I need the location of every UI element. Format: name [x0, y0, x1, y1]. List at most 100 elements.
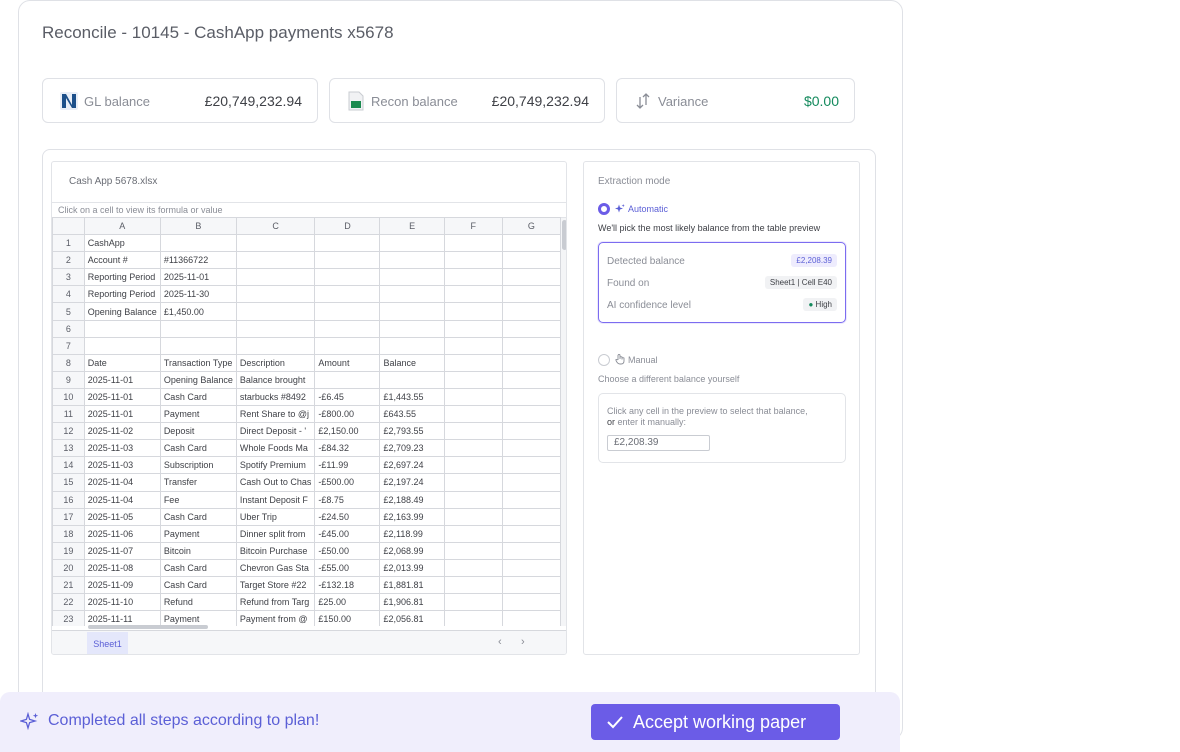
- grid-cell[interactable]: £150.00: [314, 610, 381, 626]
- grid-cell[interactable]: £643.55: [379, 405, 445, 424]
- grid-cell[interactable]: Cash Out to Chas: [235, 473, 316, 492]
- grid-cell[interactable]: [443, 422, 503, 441]
- grid-cell[interactable]: -£45.00: [314, 524, 381, 543]
- column-header-a[interactable]: A: [83, 217, 161, 236]
- grid-cell[interactable]: [443, 473, 503, 492]
- grid-cell[interactable]: [443, 268, 503, 287]
- grid-cell[interactable]: 2025-11-04: [83, 473, 161, 492]
- grid-cell[interactable]: Uber Trip: [235, 507, 316, 526]
- grid-cell[interactable]: [314, 336, 381, 355]
- grid-cell[interactable]: [443, 575, 503, 595]
- grid-cell[interactable]: [501, 610, 561, 626]
- grid-cell[interactable]: -£50.00: [314, 541, 381, 560]
- grid-cell[interactable]: [443, 319, 503, 338]
- grid-cell[interactable]: [235, 336, 316, 355]
- grid-cell[interactable]: [443, 302, 503, 321]
- row-number[interactable]: 18: [52, 524, 85, 543]
- tab-sheet1[interactable]: Sheet1: [87, 632, 128, 654]
- grid-cell[interactable]: -£800.00: [314, 405, 381, 424]
- row-number[interactable]: 13: [52, 439, 85, 458]
- grid-cell[interactable]: [83, 319, 161, 338]
- row-number[interactable]: 22: [52, 593, 85, 612]
- grid-cell[interactable]: Refund: [159, 593, 237, 612]
- grid-cell[interactable]: [501, 456, 561, 475]
- grid-cell[interactable]: [314, 234, 381, 253]
- row-number[interactable]: 1: [52, 234, 85, 253]
- grid-cell[interactable]: [501, 575, 561, 595]
- grid-cell[interactable]: £2,068.99: [379, 541, 445, 560]
- grid-cell[interactable]: -£55.00: [314, 558, 381, 577]
- row-number[interactable]: 2: [52, 251, 85, 270]
- row-number[interactable]: 17: [52, 507, 85, 526]
- grid-cell[interactable]: [443, 439, 503, 458]
- grid-cell[interactable]: £2,013.99: [379, 558, 445, 577]
- grid-cell[interactable]: [379, 302, 445, 321]
- grid-cell[interactable]: [235, 268, 316, 287]
- grid-cell[interactable]: 2025-11-03: [83, 439, 161, 458]
- grid-cell[interactable]: £2,188.49: [379, 490, 445, 509]
- grid-cell[interactable]: £2,056.81: [379, 610, 445, 626]
- row-number[interactable]: 23: [52, 610, 85, 626]
- grid-cell[interactable]: Subscription: [159, 456, 237, 475]
- row-number[interactable]: 16: [52, 490, 85, 509]
- grid-cell[interactable]: [501, 473, 561, 492]
- found-on-value[interactable]: Sheet1 | Cell E40: [764, 276, 837, 289]
- row-number[interactable]: 4: [52, 285, 85, 304]
- grid-cell[interactable]: CashApp: [83, 234, 161, 253]
- grid-cell[interactable]: Cash Card: [159, 575, 237, 595]
- grid-cell[interactable]: Whole Foods Ma: [235, 439, 316, 458]
- row-number[interactable]: 3: [52, 268, 85, 287]
- grid-cell[interactable]: Spotify Premium: [235, 456, 316, 475]
- next-sheet-button[interactable]: ›: [521, 636, 525, 648]
- grid-cell[interactable]: [443, 234, 503, 253]
- grid-cell[interactable]: Reporting Period: [83, 268, 161, 287]
- row-number[interactable]: 9: [52, 370, 85, 389]
- grid-cell[interactable]: [501, 370, 561, 389]
- row-number[interactable]: 6: [52, 319, 85, 338]
- column-header-e[interactable]: E: [379, 217, 445, 236]
- row-number[interactable]: 15: [52, 473, 85, 492]
- grid-cell[interactable]: Opening Balance: [159, 370, 237, 389]
- grid-cell[interactable]: £1,443.55: [379, 387, 445, 407]
- grid-cell[interactable]: [314, 268, 381, 287]
- grid-cell[interactable]: £1,450.00: [159, 302, 237, 321]
- grid-cell[interactable]: #11366722: [159, 251, 237, 270]
- grid-cell[interactable]: [501, 336, 561, 355]
- grid-cell[interactable]: £2,697.24: [379, 456, 445, 475]
- grid-cell[interactable]: [501, 319, 561, 338]
- grid-cell[interactable]: -£132.18: [314, 575, 381, 595]
- grid-cell[interactable]: [501, 541, 561, 560]
- grid-cell[interactable]: [379, 319, 445, 338]
- grid-cell[interactable]: £2,118.99: [379, 524, 445, 543]
- grid-cell[interactable]: Payment: [159, 405, 237, 424]
- prev-sheet-button[interactable]: ‹: [498, 636, 502, 648]
- grid-cell[interactable]: 2025-11-02: [83, 422, 161, 441]
- row-number[interactable]: 10: [52, 387, 85, 407]
- grid-cell[interactable]: [501, 593, 561, 612]
- grid-cell[interactable]: Instant Deposit F: [235, 490, 316, 509]
- grid-cell[interactable]: £2,197.24: [379, 473, 445, 492]
- grid-cell[interactable]: [443, 370, 503, 389]
- grid-cell[interactable]: -£24.50: [314, 507, 381, 526]
- grid-cell[interactable]: [501, 251, 561, 270]
- grid-cell[interactable]: Amount: [314, 353, 381, 372]
- grid-cell[interactable]: [443, 593, 503, 612]
- grid-cell[interactable]: Transfer: [159, 473, 237, 492]
- column-header-g[interactable]: G: [501, 217, 561, 236]
- grid-cell[interactable]: £2,150.00: [314, 422, 381, 441]
- grid-cell[interactable]: Dinner split from: [235, 524, 316, 543]
- grid-cell[interactable]: Bitcoin Purchase: [235, 541, 316, 560]
- grid-cell[interactable]: 2025-11-05: [83, 507, 161, 526]
- grid-cell[interactable]: -£6.45: [314, 387, 381, 407]
- horizontal-scrollbar[interactable]: [88, 625, 208, 629]
- grid-cell[interactable]: [443, 387, 503, 407]
- grid-cell[interactable]: Chevron Gas Sta: [235, 558, 316, 577]
- grid-cell[interactable]: 2025-11-10: [83, 593, 161, 612]
- grid-cell[interactable]: Transaction Type: [159, 353, 237, 372]
- grid-cell[interactable]: [235, 234, 316, 253]
- vertical-scrollbar[interactable]: [561, 218, 566, 626]
- grid-cell[interactable]: [314, 285, 381, 304]
- grid-cell[interactable]: [501, 353, 561, 372]
- row-number[interactable]: 5: [52, 302, 85, 321]
- grid-cell[interactable]: £25.00: [314, 593, 381, 612]
